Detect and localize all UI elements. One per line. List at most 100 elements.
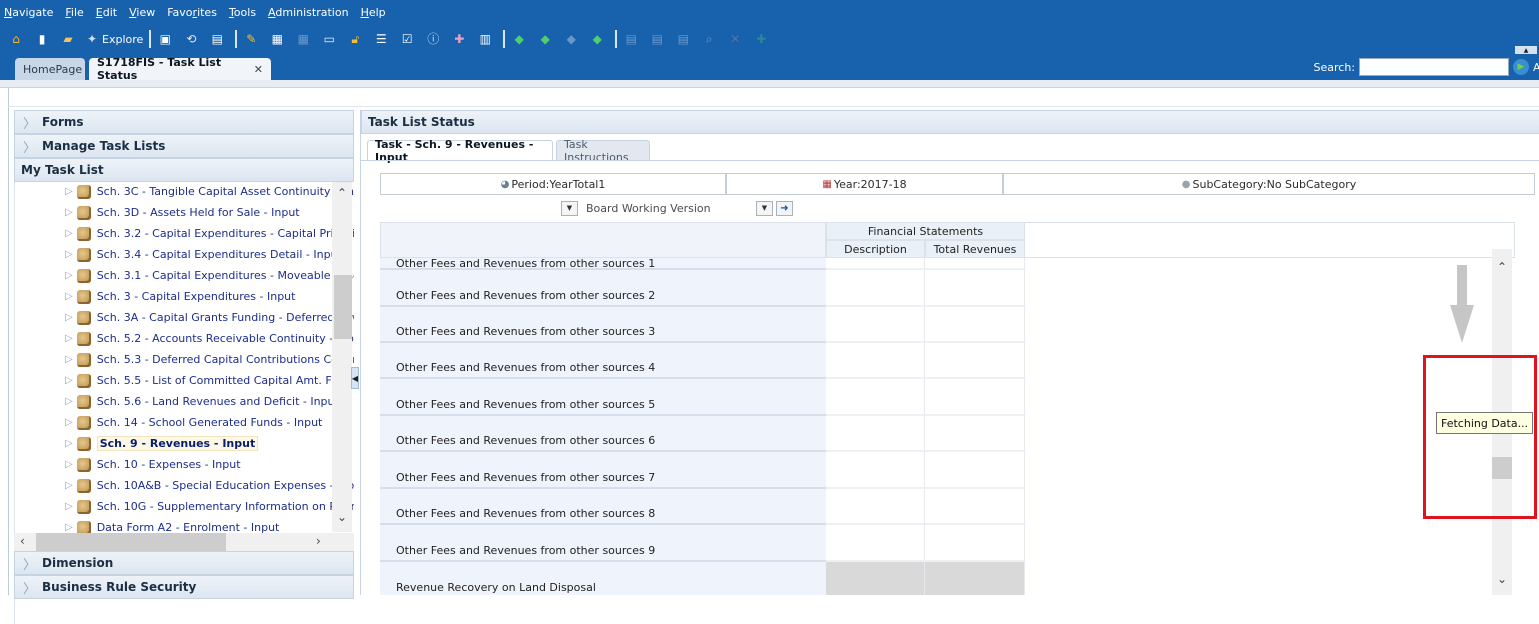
scroll-up-icon[interactable]: ⌃	[337, 186, 347, 200]
cell-description[interactable]	[826, 307, 925, 343]
cell-total-revenues[interactable]	[925, 343, 1025, 379]
accordion-dimension[interactable]: 〉 Dimension	[14, 551, 354, 575]
cell-description[interactable]	[826, 525, 925, 562]
table-icon[interactable]: ▥	[477, 31, 493, 47]
pov-subcategory[interactable]: ● SubCategory:No SubCategory	[1003, 173, 1535, 195]
menu-favorites[interactable]: Favorites	[167, 6, 217, 19]
adjust-icon[interactable]: ☑	[399, 31, 415, 47]
explore-icon[interactable]: ✦	[86, 31, 98, 47]
remove-icon[interactable]: ✕	[727, 31, 743, 47]
cell-description[interactable]	[826, 416, 925, 452]
task-item[interactable]: ▷Sch. 3.1 - Capital Expenditures - Movea…	[65, 265, 354, 286]
task-item[interactable]: ▷Sch. 3 - Capital Expenditures - Input	[65, 286, 295, 307]
dropdown-arrow-icon[interactable]: ▼	[756, 201, 773, 216]
panel-splitter-collapse[interactable]: ◀	[351, 367, 359, 389]
accordion-business-rule-security[interactable]: 〉 Business Rule Security	[14, 575, 354, 599]
pov-year[interactable]: ▦ Year:2017-18	[726, 173, 1003, 195]
task-item[interactable]: ▷Sch. 10 - Expenses - Input	[65, 454, 241, 475]
cell-description[interactable]	[826, 270, 925, 307]
expand-icon[interactable]: ▷	[65, 291, 73, 302]
expand-icon[interactable]: ▷	[65, 417, 73, 428]
cell-description[interactable]	[826, 258, 925, 270]
task-item[interactable]: ▷Sch. 10G - Supplementary Information on…	[65, 496, 354, 517]
filter-columns-icon[interactable]: ▤	[623, 31, 639, 47]
add-icon[interactable]: ✚	[753, 31, 769, 47]
cell-description[interactable]	[826, 379, 925, 416]
open-folder-icon[interactable]: ▰	[60, 31, 76, 47]
supporting-detail-icon[interactable]: ✚	[451, 31, 467, 47]
task-item[interactable]: ▷Sch. 5.5 - List of Committed Capital Am…	[65, 370, 354, 391]
column-header-description[interactable]: Description	[826, 240, 925, 258]
cell-total-revenues[interactable]	[925, 307, 1025, 343]
lock-icon[interactable]: 🔓︎	[347, 31, 363, 47]
grid-disabled-icon[interactable]: ▦	[295, 31, 311, 47]
cell-total-revenues[interactable]	[925, 525, 1025, 562]
version-select[interactable]: Board Working Version	[578, 202, 756, 215]
explore-button[interactable]: Explore	[102, 33, 143, 46]
expand-icon[interactable]: ▷	[65, 396, 73, 407]
task-item[interactable]: ▷Sch. 3D - Assets Held for Sale - Input	[65, 202, 300, 223]
tab-homepage[interactable]: HomePage	[15, 58, 85, 80]
cell-description[interactable]	[826, 343, 925, 379]
task-item[interactable]: ▷Sch. 5.3 - Deferred Capital Contributio…	[65, 349, 354, 370]
dropdown-arrow-icon[interactable]: ▼	[561, 201, 578, 216]
tab-task-instructions[interactable]: Task Instructions	[556, 140, 650, 161]
scroll-up-icon[interactable]: ⌃	[1497, 260, 1507, 274]
run-rule-icon[interactable]: ◆	[511, 31, 527, 47]
task-item[interactable]: ▷Sch. 3.4 - Capital Expenditures Detail …	[65, 244, 342, 265]
search-input[interactable]	[1359, 58, 1509, 76]
cell-total-revenues[interactable]	[925, 379, 1025, 416]
refresh-icon[interactable]: ⟲	[183, 31, 199, 47]
scroll-right-icon[interactable]: ›	[316, 534, 321, 548]
filter-rows-icon[interactable]: ▤	[649, 31, 665, 47]
expand-icon[interactable]: ▷	[65, 375, 73, 386]
task-item[interactable]: ▷Sch. 10A&B - Special Education Expenses…	[65, 475, 354, 496]
spell-check-icon[interactable]: ▭	[321, 31, 337, 47]
expand-icon[interactable]: ▷	[65, 207, 73, 218]
task-item[interactable]: ▷Sch. 5.2 - Accounts Receivable Continui…	[65, 328, 354, 349]
task-item[interactable]: ▷Sch. 3.2 - Capital Expenditures - Capit…	[65, 223, 354, 244]
cell-description[interactable]	[826, 489, 925, 525]
cell-total-revenues[interactable]	[925, 452, 1025, 489]
grid-globe-icon[interactable]: ▦	[269, 31, 285, 47]
expand-icon[interactable]: ▷	[65, 354, 73, 365]
task-item[interactable]: ▷Sch. 14 - School Generated Funds - Inpu…	[65, 412, 322, 433]
expand-icon[interactable]: ▷	[65, 501, 73, 512]
scroll-left-icon[interactable]: ‹	[20, 534, 25, 548]
menu-tools[interactable]: Tools	[229, 6, 256, 19]
print-icon[interactable]: ▤	[209, 31, 225, 47]
pov-period[interactable]: ◕ Period:YearTotal1	[380, 173, 726, 195]
sort-icon[interactable]: ▤	[675, 31, 691, 47]
task-item[interactable]: ▷Sch. 9 - Revenues - Input	[65, 433, 258, 454]
tab-task-list-status[interactable]: S1718FIS - Task List Status ✕	[89, 58, 271, 80]
save-icon[interactable]: ▣	[157, 31, 173, 47]
cell-total-revenues[interactable]	[925, 258, 1025, 270]
expand-icon[interactable]: ▷	[65, 333, 73, 344]
expand-icon[interactable]: ▷	[65, 312, 73, 323]
cell-total-revenues[interactable]	[925, 270, 1025, 307]
menu-view[interactable]: View	[129, 6, 155, 19]
launch-rules-icon[interactable]: ◆	[589, 31, 605, 47]
expand-icon[interactable]: ▷	[65, 186, 73, 197]
edit-pencil-icon[interactable]: ✎	[243, 31, 259, 47]
insert-rows-icon[interactable]: ☰	[373, 31, 389, 47]
task-item[interactable]: ▷Sch. 3C - Tangible Capital Asset Contin…	[65, 182, 354, 202]
zoom-icon[interactable]: ⌕	[701, 31, 717, 47]
home-icon[interactable]: ⌂	[8, 31, 24, 47]
cell-total-revenues[interactable]	[925, 416, 1025, 452]
task-item[interactable]: ▷Sch. 5.6 - Land Revenues and Deficit - …	[65, 391, 339, 412]
scroll-down-icon[interactable]: ⌄	[337, 510, 347, 524]
task-list-vertical-scrollbar[interactable]	[332, 182, 352, 532]
tab-task[interactable]: Task - Sch. 9 - Revenues - Input	[367, 140, 553, 161]
task-item[interactable]: ▷Sch. 3A - Capital Grants Funding - Defe…	[65, 307, 354, 328]
close-icon[interactable]: ✕	[254, 63, 263, 76]
accordion-forms[interactable]: 〉 Forms	[14, 110, 354, 134]
accordion-my-task-list[interactable]: My Task List	[14, 158, 354, 182]
menu-help[interactable]: Help	[361, 6, 386, 19]
validate-icon[interactable]: ◆	[537, 31, 553, 47]
accordion-manage-task-lists[interactable]: 〉 Manage Task Lists	[14, 134, 354, 158]
expand-icon[interactable]: ▷	[65, 228, 73, 239]
expand-icon[interactable]: ▷	[65, 480, 73, 491]
menu-administration[interactable]: Administration	[268, 6, 349, 19]
expand-icon[interactable]: ▷	[65, 270, 73, 281]
